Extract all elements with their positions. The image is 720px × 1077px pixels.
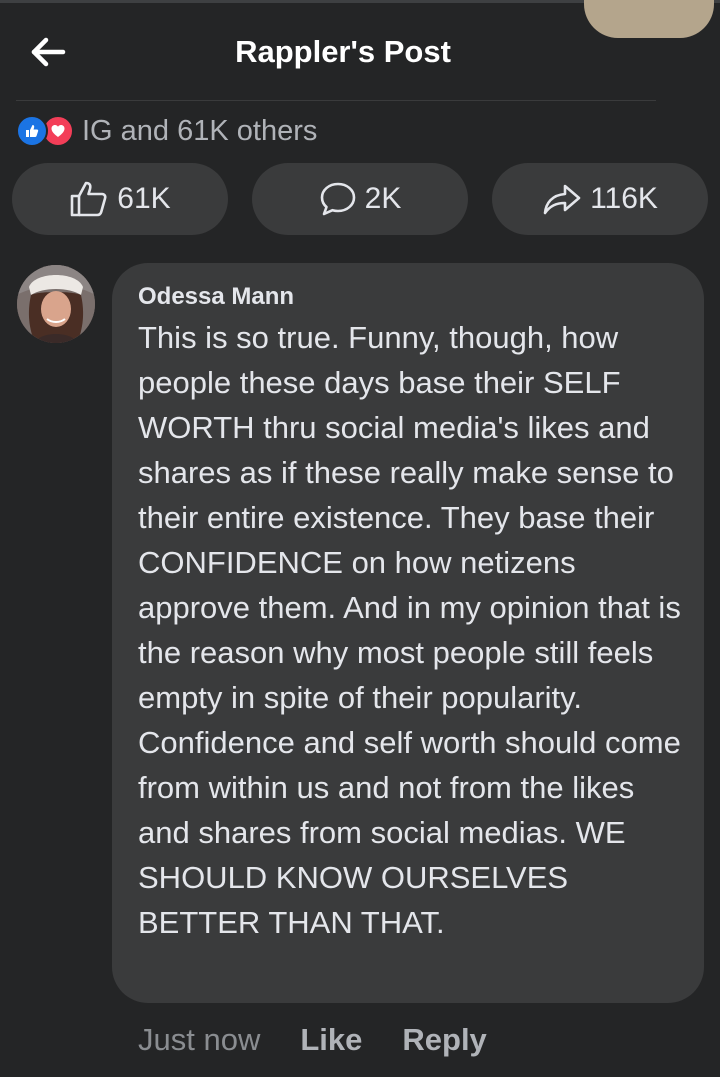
reactions-summary-text: IG and 61K others [82,114,318,147]
user-photo-icon [17,265,95,343]
like-count: 61K [117,182,171,215]
overlay-blob [584,0,714,38]
comment-count: 2K [364,182,402,215]
like-button[interactable]: 61K [12,163,228,235]
comment-meta: Just now Like Reply [138,1020,527,1060]
comment-timestamp: Just now [138,1022,261,1057]
share-count: 116K [590,182,658,215]
comment-reply-link[interactable]: Reply [402,1022,486,1058]
page-title: Rappler's Post [235,34,451,69]
header-divider [16,100,656,101]
like-reaction-icon [16,115,48,147]
comment-like-link[interactable]: Like [300,1022,362,1058]
share-button[interactable]: 116K [492,163,708,235]
reactions-summary[interactable]: IG and 61K others [16,112,317,150]
thumbs-up-icon [70,181,107,217]
comment-button[interactable]: 2K [252,163,468,235]
comment-bubble-icon [320,182,355,216]
top-bar: Rappler's Post [0,0,720,100]
comment-text: This is so true. Funny, though, how peop… [138,320,681,940]
avatar[interactable] [17,265,95,343]
share-arrow-icon [543,184,581,215]
comment-author[interactable]: Odessa Mann [138,283,684,311]
comment-bubble: Odessa Mann This is so true. Funny, thou… [112,263,704,1003]
